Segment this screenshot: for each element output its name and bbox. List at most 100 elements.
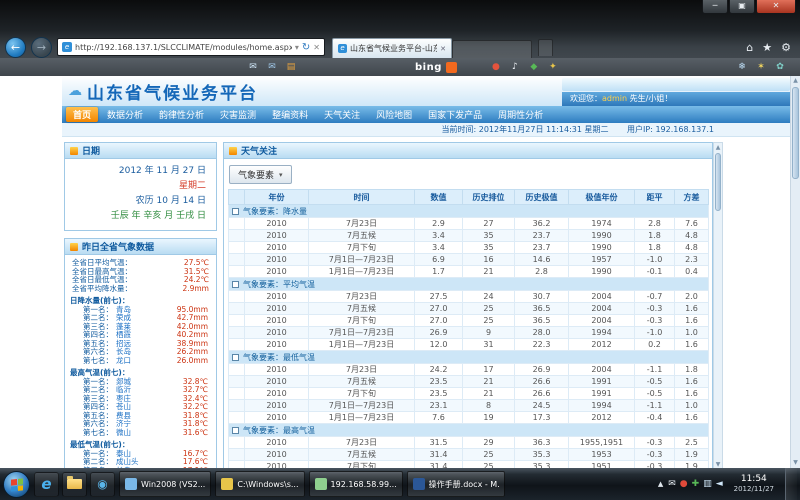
home-icon[interactable]: ⌂ [746, 41, 753, 54]
back-button[interactable]: ← [5, 37, 26, 58]
page-title: 山东省气候业务平台 [87, 79, 258, 104]
browser-nav-row: ← → e http://192.168.137.1/SLCCLIMATE/mo… [0, 36, 800, 58]
table-row[interactable]: 20107月23日2.92736.219742.87.6 [229, 218, 709, 230]
media-player-icon[interactable]: ◉ [90, 472, 115, 497]
nav-item[interactable]: 灾害监测 [213, 107, 263, 122]
nav-item[interactable]: 周期性分析 [491, 107, 550, 122]
stop-icon[interactable]: ✕ [313, 43, 320, 52]
bing-logo[interactable]: bing [415, 62, 442, 73]
im-icon[interactable]: ● [489, 61, 503, 74]
snow-icon[interactable]: ❄ [735, 61, 749, 74]
table-cell: -0.7 [635, 291, 675, 303]
table-row[interactable]: 20101月1日—7月23日7.61917.32012-0.41.6 [229, 412, 709, 424]
start-button[interactable] [3, 471, 30, 498]
photo-icon[interactable]: ◆ [527, 61, 541, 74]
table-row[interactable]: 20107月五候27.02536.52004-0.31.6 [229, 303, 709, 315]
scroll-up-icon[interactable]: ▲ [714, 143, 722, 152]
section-checkbox[interactable] [232, 427, 239, 434]
section-checkbox[interactable] [232, 208, 239, 215]
address-bar[interactable]: e http://192.168.137.1/SLCCLIMATE/module… [57, 38, 325, 56]
maximize-button[interactable]: ▣ [729, 0, 755, 14]
table-header-cell [229, 190, 245, 205]
scroll-down-icon[interactable]: ▼ [714, 460, 722, 468]
table-cell: 22.3 [515, 339, 569, 351]
section-checkbox[interactable] [232, 281, 239, 288]
table-row[interactable]: 20107月五候23.52126.61991-0.51.6 [229, 376, 709, 388]
section-checkbox[interactable] [232, 354, 239, 361]
inner-scrollbar-thumb[interactable] [715, 153, 721, 211]
nav-item[interactable]: 风险地图 [369, 107, 419, 122]
mail-icon[interactable]: ✉ [246, 61, 260, 74]
station-link[interactable]: 微山 [116, 429, 131, 438]
network-tray-icon[interactable]: ▥ [703, 479, 712, 489]
qq-tray-icon[interactable]: ● [680, 479, 688, 489]
inner-scrollbar[interactable]: ▲ ▼ [713, 142, 723, 468]
favorites-star-icon[interactable]: ★ [762, 41, 772, 54]
star-favorite-icon[interactable]: ✶ [754, 61, 768, 74]
forward-button[interactable]: → [31, 37, 52, 58]
table-cell: 7月1日—7月23日 [309, 254, 415, 266]
nav-item[interactable]: 国家下发产品 [421, 107, 489, 122]
table-row[interactable]: 20107月23日31.52936.31955,1951-0.32.5 [229, 437, 709, 449]
rank-item: 第七名：微山31.6℃ [70, 429, 211, 438]
music-icon[interactable]: ♪ [508, 61, 522, 74]
table-row[interactable]: 20107月1日—7月23日26.9928.01994-1.01.0 [229, 327, 709, 339]
close-button[interactable]: ✕ [756, 0, 796, 14]
table-row[interactable]: 20107月1日—7月23日23.1824.51994-1.11.0 [229, 400, 709, 412]
task-window-button[interactable]: Win2008 (VS2... [119, 471, 211, 497]
nav-item[interactable]: 天气关注 [317, 107, 367, 122]
volume-tray-icon[interactable]: ◄ [716, 479, 723, 489]
nav-item[interactable]: 数据分析 [100, 107, 150, 122]
task-window-button[interactable]: C:\Windows\s... [215, 471, 304, 497]
game-icon[interactable]: ✦ [546, 61, 560, 74]
table-cell: 35.3 [515, 461, 569, 469]
table-row[interactable]: 20101月1日—7月23日1.7212.81990-0.10.4 [229, 266, 709, 278]
table-row[interactable]: 20107月五候31.42535.31953-0.31.9 [229, 449, 709, 461]
table-row[interactable]: 20107月23日27.52430.72004-0.72.0 [229, 291, 709, 303]
mail-open-icon[interactable]: ✉ [265, 61, 279, 74]
address-dropdown-icon[interactable]: ▾ [295, 43, 299, 52]
tools-gear-icon[interactable]: ⚙ [781, 41, 791, 54]
table-row[interactable]: 20107月下旬27.02536.52004-0.31.6 [229, 315, 709, 327]
tab-close-icon[interactable]: ✕ [440, 45, 446, 53]
refresh-icon[interactable]: ↻ [302, 42, 310, 53]
nav-item[interactable]: 韵律性分析 [152, 107, 211, 122]
message-tray-icon[interactable]: ✉ [668, 479, 676, 489]
table-row[interactable]: 20107月五候3.43523.719901.84.8 [229, 230, 709, 242]
table-header-cell: 时间 [309, 190, 415, 205]
address-url[interactable]: http://192.168.137.1/SLCCLIMATE/modules/… [75, 43, 292, 52]
weather-data-panel: 昨日全省气象数据 全省日平均气温：27.5℃全省日最高气温：31.5℃全省日最低… [64, 238, 217, 468]
nav-item[interactable]: 整编资料 [265, 107, 315, 122]
show-desktop-button[interactable] [785, 468, 797, 500]
browser-scroll-up-icon[interactable]: ▲ [791, 76, 800, 86]
task-window-button[interactable]: 操作手册.docx - M... [407, 471, 505, 497]
clock[interactable]: 11:54 2012/11/27 [728, 474, 780, 493]
table-row[interactable]: 20107月23日24.21726.92004-1.11.8 [229, 364, 709, 376]
explorer-folder-icon[interactable] [62, 472, 87, 497]
safety-shield-icon[interactable]: ✚ [692, 479, 700, 489]
browser-scrollbar-thumb[interactable] [792, 87, 799, 179]
table-row[interactable]: 20101月1日—7月23日12.03122.320120.21.6 [229, 339, 709, 351]
tray-chevron-icon[interactable]: ▲ [658, 480, 663, 488]
table-row[interactable]: 20107月下旬3.43523.719901.84.8 [229, 242, 709, 254]
task-window-button[interactable]: 192.168.58.99... [309, 471, 403, 497]
element-dropdown-button[interactable]: 气象要素 ▾ [229, 165, 292, 184]
browser-scroll-down-icon[interactable]: ▼ [791, 458, 800, 468]
browser-tab[interactable]: e山东省气候业务平台-山东...✕ [332, 38, 452, 58]
browser-scrollbar[interactable]: ▲ ▼ [790, 76, 800, 468]
station-link[interactable]: 龙口 [116, 357, 131, 366]
taskbar: e ◉ Win2008 (VS2...C:\Windows\s...192.168… [0, 468, 800, 500]
flower-icon[interactable]: ✿ [773, 61, 787, 74]
ie-icon[interactable]: e [34, 472, 59, 497]
bing-badge-icon[interactable] [446, 62, 457, 73]
browser-tab[interactable] [452, 40, 532, 58]
stamp-icon[interactable]: ▤ [284, 61, 298, 74]
minimize-button[interactable]: ─ [702, 0, 728, 14]
new-tab-button[interactable] [538, 39, 553, 56]
nav-item[interactable]: 首页 [66, 107, 98, 122]
table-cell: -0.5 [635, 376, 675, 388]
date-panel-header: 日期 [65, 143, 216, 159]
table-row[interactable]: 20107月1日—7月23日6.91614.61957-1.02.3 [229, 254, 709, 266]
table-row[interactable]: 20107月下旬31.42535.31951-0.31.9 [229, 461, 709, 469]
table-row[interactable]: 20107月下旬23.52126.61991-0.51.6 [229, 388, 709, 400]
